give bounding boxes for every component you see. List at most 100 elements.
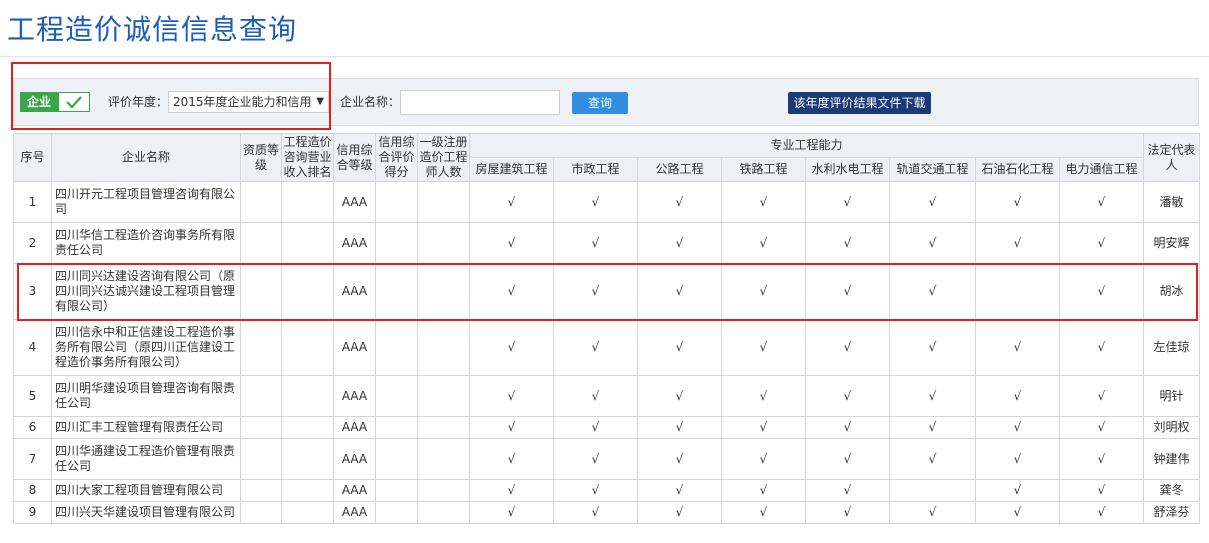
capability-check-cell: √	[1058, 181, 1145, 223]
capability-check-cell: √	[637, 438, 722, 480]
header-legal-rep: 法定代表人	[1143, 133, 1201, 182]
header-index: 序号	[13, 133, 52, 182]
capability-check-cell: √	[889, 375, 976, 417]
credit-score-cell	[375, 222, 418, 264]
capability-check-cell: √	[637, 319, 722, 376]
capability-check-cell: √	[1058, 438, 1145, 480]
capability-check-cell: √	[469, 438, 554, 480]
header-company: 企业名称	[51, 133, 241, 182]
highlight-box-toolbar	[11, 62, 331, 130]
capability-check-cell: √	[975, 479, 1060, 502]
header-credit-score: 信用综合评价得分	[375, 133, 418, 182]
capability-check-cell: √	[721, 375, 806, 417]
capability-check-cell: √	[721, 319, 806, 376]
company-name-label: 企业名称：	[340, 95, 401, 109]
row-index-cell: 4	[13, 319, 52, 376]
engineers-cell	[417, 416, 470, 439]
qualification-cell	[240, 438, 282, 480]
capability-check-cell: √	[637, 501, 722, 524]
capability-check-cell: √	[975, 438, 1060, 480]
legal-rep-cell: 钟建伟	[1143, 438, 1201, 480]
company-name-cell: 四川明华建设项目管理咨询有限责任公司	[51, 375, 241, 417]
engineers-cell	[417, 501, 470, 524]
page-title: 工程造价诚信信息查询	[7, 13, 298, 46]
table-row: 7 四川华通建设工程造价管理有限责任公司 AAA √ √ √ √ √ √ √ √ 钟建伟	[13, 438, 1201, 480]
company-name-cell: 四川华通建设工程造价管理有限责任公司	[51, 438, 241, 480]
row-index-cell: 1	[13, 181, 52, 223]
capability-check-cell: √	[1058, 375, 1145, 417]
header-capability: 铁路工程	[721, 157, 806, 182]
company-name-cell: 四川开元工程项目管理咨询有限公司	[51, 181, 241, 223]
credit-score-cell	[375, 501, 418, 524]
revenue-rank-cell	[281, 375, 334, 417]
legal-rep-cell: 潘敏	[1143, 181, 1201, 223]
capability-check-cell: √	[1058, 319, 1145, 376]
header-capability: 电力通信工程	[1058, 157, 1145, 182]
company-name-input[interactable]	[400, 90, 560, 115]
capability-check-cell: √	[637, 416, 722, 439]
capability-check-cell: √	[805, 438, 890, 480]
legal-rep-cell: 舒泽芬	[1143, 501, 1201, 524]
capability-check-cell: √	[975, 181, 1060, 223]
capability-check-cell: √	[637, 222, 722, 264]
credit-level-cell: AAA	[333, 479, 376, 502]
header-capability: 房屋建筑工程	[469, 157, 554, 182]
table-row: 1 四川开元工程项目管理咨询有限公司 AAA √ √ √ √ √ √ √ √ 潘敏	[13, 181, 1201, 223]
credit-score-cell	[375, 319, 418, 376]
header-capability: 石油石化工程	[975, 157, 1060, 182]
qualification-cell	[240, 222, 282, 264]
row-index-cell: 6	[13, 416, 52, 439]
engineers-cell	[417, 438, 470, 480]
capability-check-cell: √	[553, 479, 638, 502]
capability-check-cell: √	[805, 416, 890, 439]
capability-check-cell: √	[975, 222, 1060, 264]
capability-check-cell: √	[889, 222, 976, 264]
engineers-cell	[417, 181, 470, 223]
capability-check-cell: √	[889, 416, 976, 439]
capability-check-cell	[889, 479, 976, 502]
capability-check-cell: √	[469, 416, 554, 439]
table-row: 4 四川信永中和正信建设工程造价事务所有限公司（原四川正信建设工程造价事务所有限公…	[13, 319, 1201, 376]
capability-check-cell: √	[889, 319, 976, 376]
header-capability: 水利水电工程	[805, 157, 890, 182]
capability-check-cell: √	[805, 375, 890, 417]
capability-check-cell: √	[805, 501, 890, 524]
capability-check-cell: √	[637, 479, 722, 502]
title-divider	[0, 56, 1209, 57]
capability-check-cell: √	[469, 222, 554, 264]
table-row: 6 四川汇丰工程管理有限责任公司 AAA √ √ √ √ √ √ √ √ 刘明权	[13, 416, 1201, 439]
header-capability-group: 专业工程能力	[468, 133, 1145, 158]
capability-check-cell: √	[805, 479, 890, 502]
capability-check-cell: √	[553, 181, 638, 223]
capability-check-cell: √	[889, 501, 976, 524]
qualification-cell	[240, 479, 282, 502]
credit-score-cell	[375, 416, 418, 439]
qualification-cell	[240, 375, 282, 417]
row-index-cell: 5	[13, 375, 52, 417]
legal-rep-cell: 刘明权	[1143, 416, 1201, 439]
header-engineers: 一级注册造价工程师人数	[417, 133, 470, 182]
company-name-cell: 四川兴天华建设项目管理有限公司	[51, 501, 241, 524]
capability-check-cell: √	[1058, 501, 1145, 524]
credit-score-cell	[375, 438, 418, 480]
capability-check-cell: √	[553, 438, 638, 480]
capability-check-cell: √	[805, 222, 890, 264]
revenue-rank-cell	[281, 319, 334, 376]
capability-check-cell: √	[1058, 416, 1145, 439]
credit-score-cell	[375, 375, 418, 417]
credit-score-cell	[375, 479, 418, 502]
capability-check-cell: √	[975, 501, 1060, 524]
legal-rep-cell: 明安辉	[1143, 222, 1201, 264]
query-button[interactable]: 查询	[572, 92, 628, 114]
highlight-box-row	[17, 263, 1198, 321]
engineers-cell	[417, 222, 470, 264]
header-capability: 轨道交通工程	[889, 157, 976, 182]
capability-check-cell: √	[637, 375, 722, 417]
company-name-cell: 四川汇丰工程管理有限责任公司	[51, 416, 241, 439]
header-credit-level: 信用综合等级	[333, 133, 376, 182]
download-results-button[interactable]: 该年度评价结果文件下载	[788, 92, 931, 114]
qualification-cell	[240, 416, 282, 439]
capability-check-cell: √	[469, 375, 554, 417]
credit-level-cell: AAA	[333, 438, 376, 480]
row-index-cell: 7	[13, 438, 52, 480]
